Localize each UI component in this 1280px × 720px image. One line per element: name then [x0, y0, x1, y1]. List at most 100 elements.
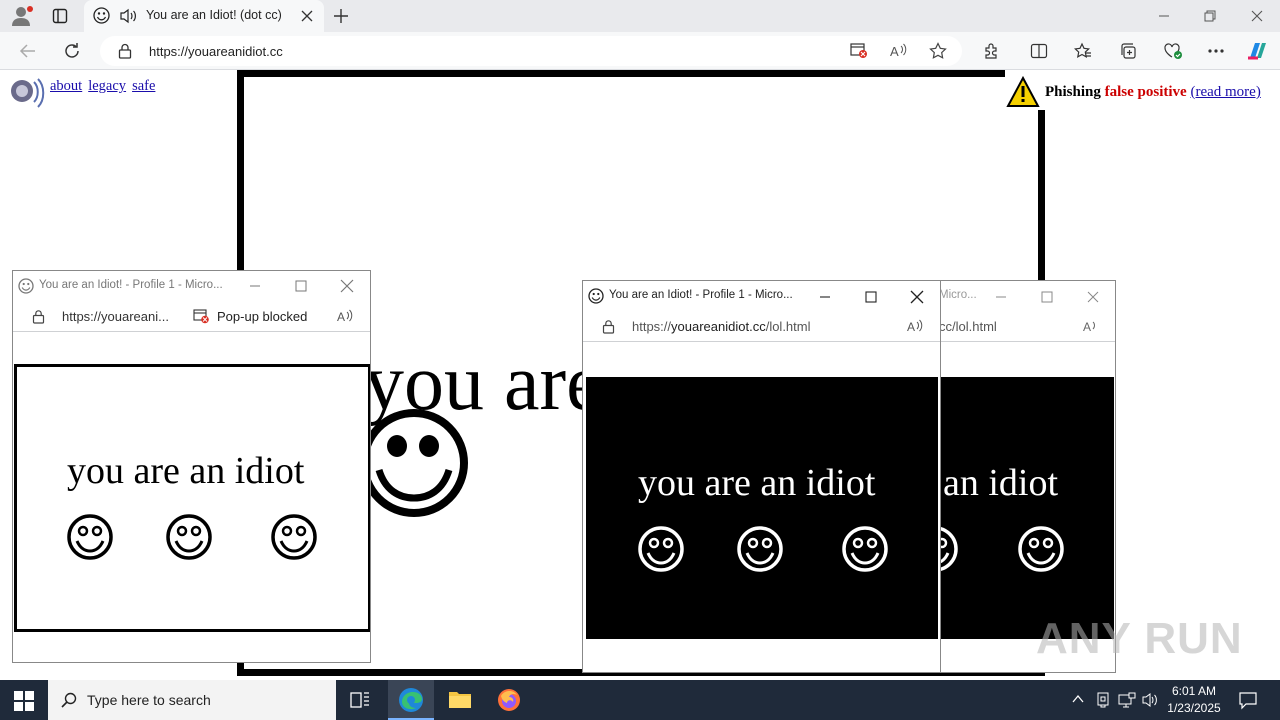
speaker-logo-icon [8, 76, 46, 110]
popup-blocked-label[interactable]: Pop-up blocked [217, 309, 307, 324]
minimize-icon[interactable] [991, 287, 1011, 307]
smiley-favicon-icon [588, 288, 604, 304]
extensions-icon[interactable] [983, 42, 1001, 60]
taskbar-clock[interactable]: 6:01 AM 1/23/2025 [1160, 683, 1228, 717]
tab-actions-icon[interactable] [52, 8, 68, 24]
close-icon[interactable] [907, 287, 927, 307]
smiley-icon [941, 525, 959, 573]
safe-link[interactable]: safe [132, 78, 155, 94]
false-positive-label: false positive [1104, 84, 1187, 100]
back-icon[interactable] [19, 43, 37, 59]
network-icon[interactable] [1118, 692, 1136, 708]
popup-titlebar[interactable]: You are an Idiot! - Profile 1 - Micro... [583, 281, 940, 311]
speaker-icon[interactable] [119, 8, 137, 24]
popup-address-bar[interactable]: https://youareanidiot.cc/lol.html A [583, 311, 940, 342]
read-aloud-icon[interactable]: A [906, 318, 924, 334]
svg-text:A: A [907, 320, 915, 334]
tray-chevron-icon[interactable] [1072, 694, 1084, 704]
refresh-icon[interactable] [63, 42, 81, 60]
edge-taskbar-icon[interactable] [388, 680, 434, 720]
idiot-text: you are an idiot [67, 450, 305, 492]
smiley-favicon-icon [93, 7, 110, 24]
url-text[interactable]: https://youareanidiot.cc [149, 44, 283, 59]
popup-window-2[interactable]: You are an Idiot! - Profile 1 - Micro...… [582, 280, 941, 673]
profile-avatar-icon[interactable] [10, 5, 34, 27]
popup-address-bar[interactable]: cc/lol.html A [939, 311, 1115, 342]
svg-text:A: A [890, 44, 899, 59]
read-more-link[interactable]: (read more) [1190, 84, 1260, 100]
new-tab-icon[interactable] [333, 8, 349, 24]
legacy-link[interactable]: legacy [88, 78, 126, 94]
more-menu-icon[interactable] [1207, 48, 1225, 54]
collections-icon[interactable] [1119, 42, 1137, 60]
popup-blocked-icon[interactable] [850, 43, 868, 59]
read-aloud-icon[interactable]: A [889, 42, 907, 60]
smiley-icon [359, 408, 469, 518]
close-window-icon[interactable] [1251, 10, 1263, 22]
popup-title: You are an Idiot! - Profile 1 - Micro... [609, 289, 793, 301]
smiley-favicon-icon [18, 278, 34, 294]
maximize-icon[interactable] [291, 276, 311, 296]
taskbar-search-placeholder: Type here to search [87, 692, 211, 708]
popup-title: You are an Idiot! - Profile 1 - Micro... [39, 279, 223, 291]
idiot-text: you are an idiot [638, 462, 876, 504]
firefox-icon[interactable] [497, 688, 521, 712]
split-screen-icon[interactable] [1030, 42, 1048, 60]
popup-content: you are an idiot [586, 377, 938, 639]
start-icon[interactable] [14, 691, 34, 711]
popup-address-bar[interactable]: https://youareani... Pop-up blocked A [13, 301, 370, 332]
popup-url: cc/lol.html [939, 319, 997, 334]
minimize-icon[interactable] [815, 287, 835, 307]
clock-time: 6:01 AM [1171, 684, 1217, 698]
smiley-icon [66, 513, 114, 561]
url-prefix: https:// [632, 319, 672, 334]
close-icon[interactable] [337, 276, 357, 296]
idiot-text: an idiot [943, 462, 1059, 504]
smiley-icon [841, 525, 889, 573]
tray-device-icon[interactable] [1096, 692, 1110, 708]
minimize-icon[interactable] [1158, 10, 1170, 22]
svg-text:A: A [1083, 320, 1091, 334]
file-explorer-icon[interactable] [448, 689, 472, 709]
svg-text:A: A [337, 310, 345, 324]
tab-close-icon[interactable] [301, 10, 313, 22]
top-links: about legacy safe [50, 78, 161, 95]
lock-icon [32, 309, 45, 324]
read-aloud-icon[interactable]: A [1082, 318, 1100, 334]
close-icon[interactable] [1083, 287, 1103, 307]
volume-icon[interactable] [1141, 692, 1159, 708]
popup-window-1[interactable]: You are an Idiot! - Profile 1 - Micro...… [12, 270, 371, 663]
search-icon [61, 692, 77, 708]
restore-icon[interactable] [1204, 10, 1216, 22]
read-aloud-icon[interactable]: A [336, 308, 354, 324]
phishing-text: Phishing false positive (read more) [1045, 84, 1261, 101]
popup-title: Micro... [939, 289, 977, 301]
lock-icon [602, 319, 615, 334]
smiley-icon [637, 525, 685, 573]
smiley-icon [736, 525, 784, 573]
watermark: ANY RUN [1036, 614, 1243, 663]
popup-content: you are an idiot [14, 364, 370, 632]
favorites-icon[interactable] [1074, 42, 1092, 60]
task-view-icon[interactable] [350, 690, 370, 710]
phishing-label: Phishing [1045, 84, 1101, 100]
lock-icon[interactable] [118, 43, 132, 59]
copilot-icon[interactable] [1245, 40, 1269, 62]
popup-titlebar[interactable]: Micro... [939, 281, 1115, 311]
minimize-icon[interactable] [245, 276, 265, 296]
maximize-icon[interactable] [1037, 287, 1057, 307]
popup-titlebar[interactable]: You are an Idiot! - Profile 1 - Micro... [13, 271, 370, 301]
favorite-star-icon[interactable] [929, 42, 947, 60]
url-path: /lol.html [765, 319, 811, 334]
about-link[interactable]: about [50, 78, 82, 94]
smiley-icon [270, 513, 318, 561]
clock-date: 1/23/2025 [1167, 701, 1221, 715]
smiley-icon [1017, 525, 1065, 573]
popup-url: https://youareanidiot.cc/lol.html [632, 319, 811, 334]
browser-essentials-icon[interactable] [1163, 42, 1183, 60]
popup-blocked-icon[interactable] [193, 309, 210, 324]
maximize-icon[interactable] [861, 287, 881, 307]
warning-icon [1006, 76, 1040, 108]
popup-content: an idiot [941, 377, 1114, 639]
notification-icon[interactable] [1238, 690, 1258, 710]
